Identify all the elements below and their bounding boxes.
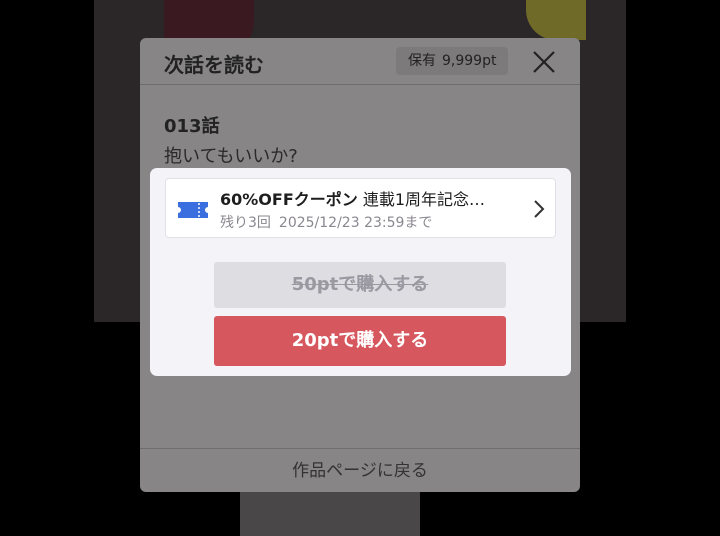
back-to-series-link[interactable]: 作品ページに戻る: [140, 448, 580, 492]
coupon-expiry: 2025/12/23 23:59まで: [278, 215, 433, 231]
buy-with-coupon-button[interactable]: 20ptで購入する: [214, 316, 506, 366]
points-balance: 保有 9,999pt: [396, 47, 509, 75]
purchase-panel: 60%OFFクーポン 連載1周年記念… 残り3回 2025/12/23 23:59…: [150, 168, 571, 376]
coupon-name: 60%OFFクーポン: [220, 190, 358, 209]
episode-title: 抱いてもいいか?: [164, 146, 298, 167]
chevron-right-icon: [534, 200, 545, 218]
original-price-button: 50ptで購入する: [214, 262, 506, 308]
close-button[interactable]: [528, 46, 560, 78]
points-label: 保有: [408, 53, 436, 69]
coupon-card[interactable]: 60%OFFクーポン 連載1周年記念… 残り3回 2025/12/23 23:59…: [165, 178, 556, 238]
coupon-campaign: 連載1周年記念…: [362, 190, 486, 209]
points-value: 9,999pt: [442, 53, 497, 69]
coupon-remaining: 残り3回: [220, 215, 271, 231]
episode-number: 013話: [164, 116, 220, 137]
modal-header: 次話を読む 保有 9,999pt: [140, 38, 580, 85]
ticket-icon: [178, 202, 208, 218]
coupon-title: 60%OFFクーポン 連載1周年記念…: [220, 186, 520, 210]
close-icon: [533, 51, 555, 73]
coupon-details: 残り3回 2025/12/23 23:59まで: [220, 212, 432, 232]
modal-title: 次話を読む: [164, 53, 264, 77]
